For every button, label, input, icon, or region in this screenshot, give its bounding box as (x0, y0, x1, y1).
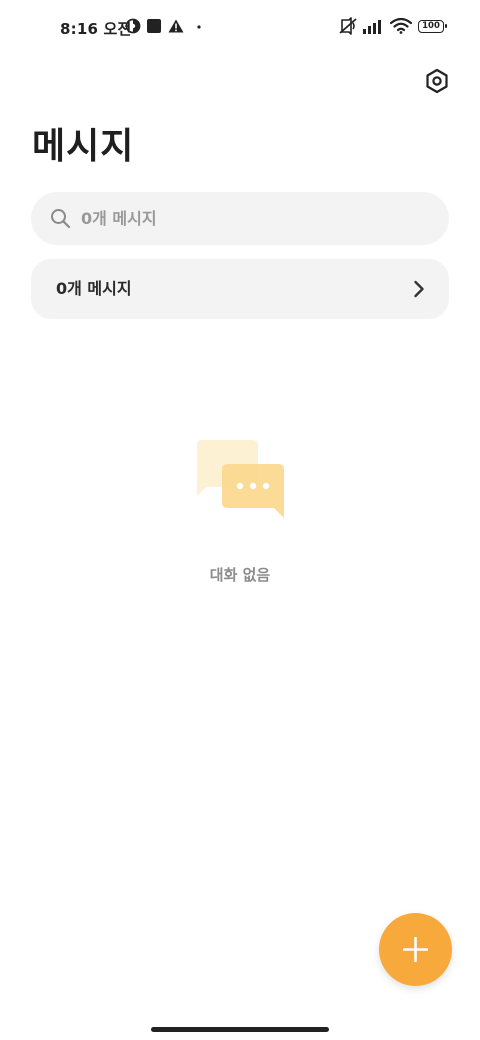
settings-button[interactable] (422, 66, 452, 96)
search-bar[interactable] (31, 192, 449, 245)
search-input[interactable] (81, 192, 431, 245)
status-bar: 8:16 오전 100 (0, 0, 480, 56)
signal-icon (363, 20, 381, 34)
search-icon (51, 209, 71, 229)
empty-state-text: 대화 없음 (209, 566, 271, 584)
page-title: 메시지 (32, 126, 135, 167)
wifi-icon (390, 18, 412, 34)
gear-icon (426, 68, 448, 94)
warning-icon (168, 19, 184, 33)
chevron-right-icon (414, 280, 424, 298)
plus-icon (403, 937, 428, 962)
chat-bubbles-icon (197, 440, 284, 518)
gesture-navigation-bar[interactable] (151, 1027, 329, 1032)
message-count-label: 0개 메시지 (56, 279, 132, 298)
message-count-row[interactable]: 0개 메시지 (31, 259, 449, 319)
sync-icon (125, 18, 141, 34)
new-message-button[interactable] (379, 913, 452, 986)
status-time: 8:16 오전 (60, 20, 132, 38)
app-notification-icon (147, 19, 161, 33)
mute-icon (339, 17, 357, 35)
battery-level: 100 (422, 21, 440, 31)
more-dot-icon (197, 25, 201, 29)
battery-icon: 100 (418, 20, 447, 33)
